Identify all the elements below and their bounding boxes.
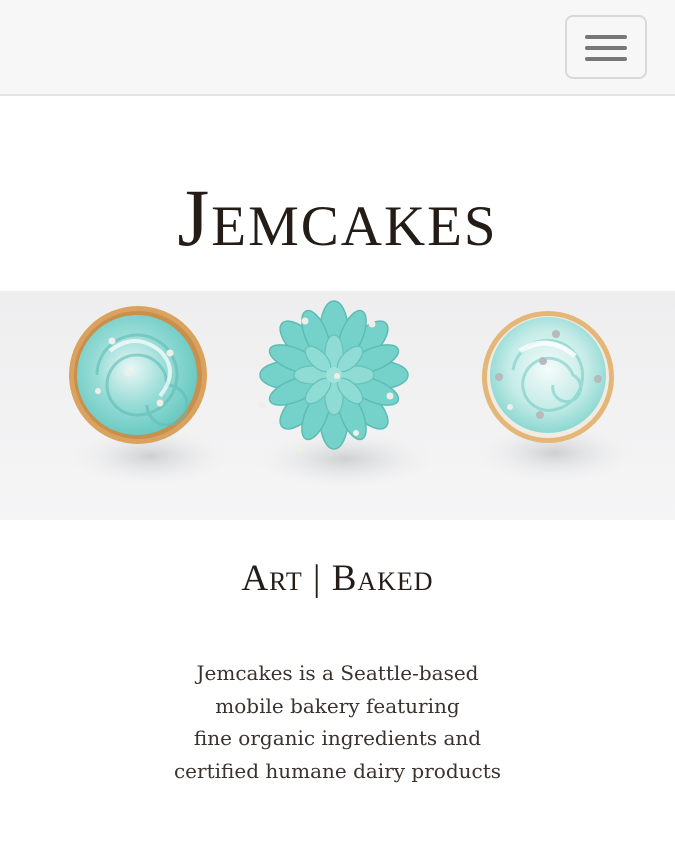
brand-title: Jemcakes xyxy=(177,172,498,263)
description: Jemcakes is a Seattle-based mobile baker… xyxy=(0,657,675,787)
description-line: mobile bakery featuring xyxy=(215,693,460,718)
description-line: certified humane dairy products xyxy=(173,758,502,783)
hamburger-menu-icon-bar xyxy=(585,57,627,61)
cupcake-left xyxy=(69,306,207,444)
hero-image xyxy=(0,291,675,520)
navbar xyxy=(0,0,675,96)
hamburger-menu-icon xyxy=(585,35,627,39)
cupcake-right xyxy=(482,311,614,443)
hamburger-menu-icon-bar xyxy=(585,46,627,50)
description-line: fine organic ingredients and xyxy=(193,726,482,750)
cupcakes-photo xyxy=(0,291,675,520)
menu-toggle-button[interactable] xyxy=(565,15,647,79)
description-line: Jemcakes is a Seattle-based xyxy=(196,661,479,685)
tagline: Art | Baked xyxy=(241,558,434,599)
